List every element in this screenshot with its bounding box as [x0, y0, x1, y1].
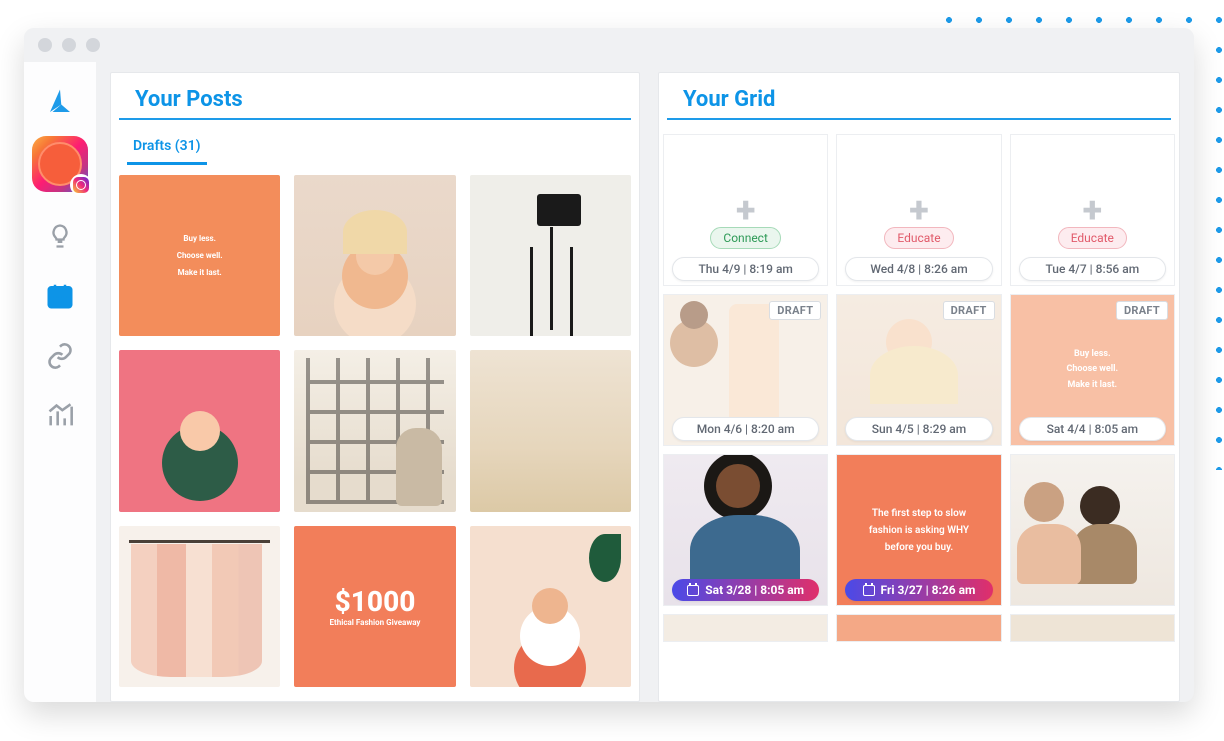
drafts-grid: Buy less. Choose well. Make it last. $10…: [111, 165, 639, 697]
account-avatar[interactable]: [32, 136, 88, 192]
time-chip: Sat 4/4 | 8:05 am: [1019, 417, 1166, 441]
grid-slot[interactable]: + Educate Tue 4/7 | 8:56 am: [1010, 134, 1175, 286]
time-chip: Sun 4/5 | 8:29 am: [845, 417, 992, 441]
quote-text: The first step to slow fashion is asking…: [854, 499, 984, 562]
draft-thumbnail[interactable]: [294, 350, 455, 511]
time-chip: Tue 4/7 | 8:56 am: [1019, 257, 1166, 281]
app-window: Your Posts Drafts (31) Buy less. Choose …: [24, 28, 1194, 702]
calendar-icon: [863, 585, 875, 596]
your-posts-panel: Your Posts Drafts (31) Buy less. Choose …: [110, 72, 640, 702]
quote-line: Make it last.: [178, 265, 222, 280]
quote-text: Buy less.Choose well.Make it last.: [1060, 341, 1124, 399]
calendar-icon: [687, 585, 699, 596]
draft-thumbnail[interactable]: $1000 Ethical Fashion Giveaway: [294, 526, 455, 687]
tab-drafts[interactable]: Drafts (31): [127, 132, 207, 165]
plus-icon: +: [909, 192, 928, 228]
time-chip: Wed 4/8 | 8:26 am: [845, 257, 992, 281]
plus-icon: +: [1083, 192, 1102, 228]
grid-post[interactable]: [1010, 454, 1175, 606]
panel-title: Your Posts: [135, 87, 243, 112]
sidebar-link[interactable]: [36, 332, 84, 380]
grid-post[interactable]: DRAFT Sun 4/5 | 8:29 am: [836, 294, 1001, 446]
grid-slot[interactable]: + Connect Thu 4/9 | 8:19 am: [663, 134, 828, 286]
time-text: Fri 3/27 | 8:26 am: [881, 583, 976, 597]
posts-tabs: Drafts (31): [111, 124, 639, 165]
main-area: Your Posts Drafts (31) Buy less. Choose …: [96, 62, 1194, 702]
panel-header: Your Posts: [119, 73, 631, 120]
grid-post[interactable]: DRAFT Mon 4/6 | 8:20 am: [663, 294, 828, 446]
grid-body: + Connect Thu 4/9 | 8:19 am + Educate We…: [659, 124, 1179, 642]
category-pill: Educate: [1058, 227, 1127, 249]
window-dot: [86, 38, 100, 52]
draft-thumbnail[interactable]: [470, 350, 631, 511]
sidebar-calendar[interactable]: [36, 272, 84, 320]
app-body: Your Posts Drafts (31) Buy less. Choose …: [24, 62, 1194, 702]
scheduled-chip: Sat 3/28 | 8:05 am: [672, 579, 819, 601]
grid-post[interactable]: Buy less.Choose well.Make it last. DRAFT…: [1010, 294, 1175, 446]
category-pill: Connect: [710, 227, 780, 249]
grid-post[interactable]: [836, 614, 1001, 642]
window-dot: [62, 38, 76, 52]
quote-line: Buy less.: [183, 231, 216, 246]
instagram-badge-icon: [70, 174, 92, 196]
plus-icon: +: [736, 192, 755, 228]
logo-icon[interactable]: [36, 78, 84, 126]
draft-thumbnail[interactable]: [119, 350, 280, 511]
time-chip: Thu 4/9 | 8:19 am: [672, 257, 819, 281]
draft-thumbnail[interactable]: [294, 175, 455, 336]
draft-badge: DRAFT: [943, 301, 995, 320]
scheduled-chip: Fri 3/27 | 8:26 am: [845, 579, 992, 601]
grid-slot[interactable]: + Educate Wed 4/8 | 8:26 am: [836, 134, 1001, 286]
draft-thumbnail[interactable]: [470, 526, 631, 687]
sidebar-ideas[interactable]: [36, 212, 84, 260]
grid-post[interactable]: [663, 614, 828, 642]
price-amount: $1000: [335, 585, 416, 618]
quote-line: Choose well.: [177, 248, 223, 263]
time-chip: Mon 4/6 | 8:20 am: [672, 417, 819, 441]
sidebar: [24, 62, 96, 702]
price-sub: Ethical Fashion Giveaway: [330, 618, 421, 627]
grid-post[interactable]: [1010, 614, 1175, 642]
category-pill: Educate: [884, 227, 953, 249]
time-text: Sat 3/28 | 8:05 am: [705, 583, 804, 597]
panel-header: Your Grid: [667, 73, 1171, 120]
draft-thumbnail[interactable]: Buy less. Choose well. Make it last.: [119, 175, 280, 336]
draft-thumbnail[interactable]: [470, 175, 631, 336]
draft-badge: DRAFT: [1116, 301, 1168, 320]
your-grid-panel: Your Grid + Connect Thu 4/9 | 8:19 am + …: [658, 72, 1180, 702]
draft-badge: DRAFT: [769, 301, 821, 320]
grid-post[interactable]: Sat 3/28 | 8:05 am: [663, 454, 828, 606]
panel-title: Your Grid: [683, 87, 775, 112]
draft-thumbnail[interactable]: [119, 526, 280, 687]
window-dot: [38, 38, 52, 52]
post-image: [1011, 455, 1174, 605]
window-titlebar: [24, 28, 1194, 62]
grid-post[interactable]: The first step to slow fashion is asking…: [836, 454, 1001, 606]
sidebar-analytics[interactable]: [36, 392, 84, 440]
